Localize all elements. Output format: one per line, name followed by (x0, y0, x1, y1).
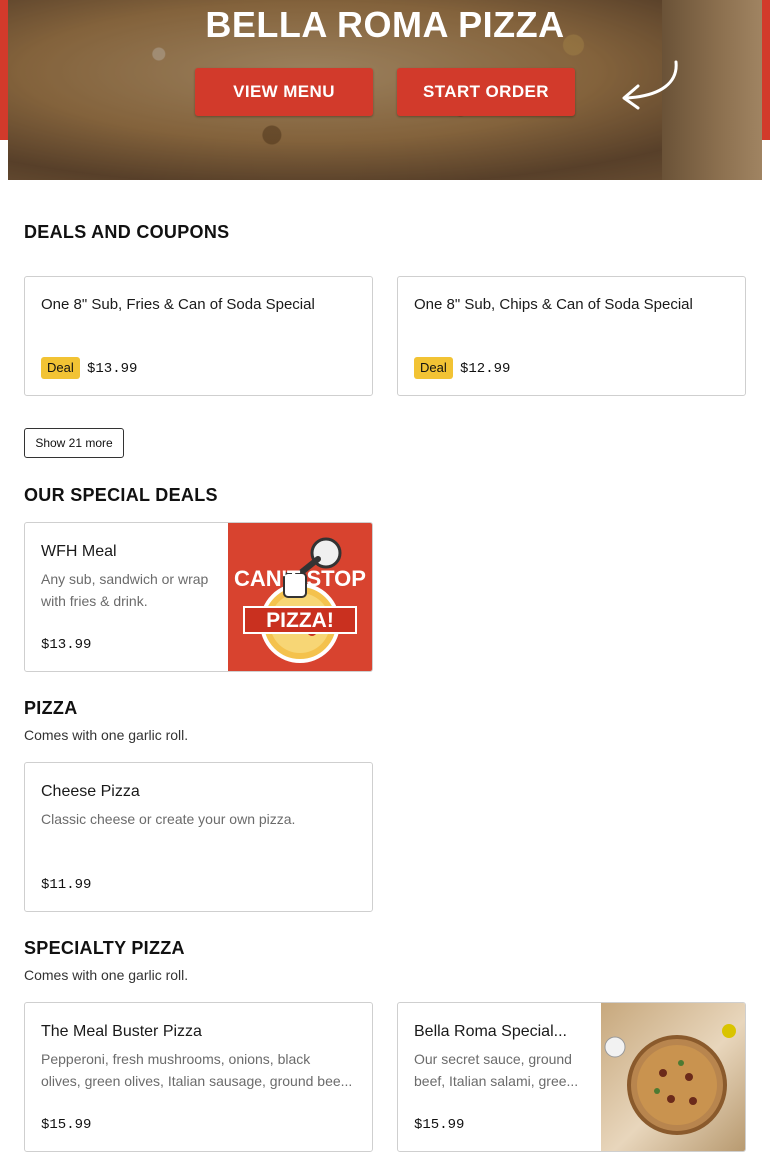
item-name: Bella Roma Special... (414, 1023, 567, 1040)
item-description-line2: olives, green olives, Italian sausage, g… (41, 1073, 353, 1089)
deal-badge: Deal (41, 357, 80, 379)
cant-stop-pizza-logo: CAN'T STOP PIZZA! (234, 537, 366, 663)
wfh-meal-image: CAN'T STOP PIZZA! (228, 523, 372, 671)
item-price: $13.99 (41, 637, 92, 653)
menu-item-card[interactable]: WFH Meal Any sub, sandwich or wrap with … (24, 522, 373, 672)
pizza-photo-icon (604, 1024, 736, 1135)
item-description-line1: Pepperoni, fresh mushrooms, onions, blac… (41, 1051, 311, 1067)
item-price: $15.99 (414, 1117, 465, 1133)
item-price: $11.99 (41, 877, 92, 893)
item-description: Classic cheese or create your own pizza. (41, 811, 296, 827)
deals-section-title: DEALS AND COUPONS (24, 222, 230, 242)
specialty-pizza-section-subtitle: Comes with one garlic roll. (24, 967, 189, 983)
restaurant-name: BELLA ROMA PIZZA (205, 4, 565, 45)
view-menu-button[interactable]: VIEW MENU (195, 68, 373, 116)
image-text-pizza: PIZZA! (266, 609, 334, 632)
specialty-pizza-section-title: SPECIALTY PIZZA (24, 938, 185, 958)
menu-item-card[interactable]: Bella Roma Special... Our secret sauce, … (397, 1002, 746, 1152)
deal-card[interactable]: One 8" Sub, Fries & Can of Soda Special … (24, 276, 373, 396)
menu-item-card[interactable]: The Meal Buster Pizza Pepperoni, fresh m… (24, 1002, 373, 1152)
menu-item-card[interactable]: Cheese Pizza Classic cheese or create yo… (24, 762, 373, 912)
start-order-button[interactable]: START ORDER (397, 68, 575, 116)
item-price: $15.99 (41, 1117, 92, 1133)
item-description-line2: beef, Italian salami, gree... (414, 1073, 579, 1089)
pizza-box-image (601, 1003, 745, 1151)
item-description: Any sub, sandwich or wrap with fries & d… (41, 571, 209, 609)
item-name: The Meal Buster Pizza (41, 1023, 202, 1040)
deal-price: $12.99 (460, 361, 511, 377)
show-more-deals-button[interactable]: Show 21 more (24, 428, 124, 458)
special-deals-section-title: OUR SPECIAL DEALS (24, 485, 218, 505)
image-text-cant-stop: CAN'T STOP (234, 566, 366, 591)
deal-name: One 8" Sub, Fries & Can of Soda Special (41, 296, 315, 313)
arrow-icon (622, 60, 678, 110)
deal-name: One 8" Sub, Chips & Can of Soda Special (414, 296, 693, 313)
pizza-section-subtitle: Comes with one garlic roll. (24, 727, 189, 743)
item-name: WFH Meal (41, 543, 117, 560)
deal-badge: Deal (414, 357, 453, 379)
deal-price: $13.99 (87, 361, 138, 377)
item-name: Cheese Pizza (41, 783, 140, 800)
deal-card[interactable]: One 8" Sub, Chips & Can of Soda Special … (397, 276, 746, 396)
item-description-line1: Our secret sauce, ground (414, 1051, 572, 1067)
pizza-section-title: PIZZA (24, 698, 78, 718)
